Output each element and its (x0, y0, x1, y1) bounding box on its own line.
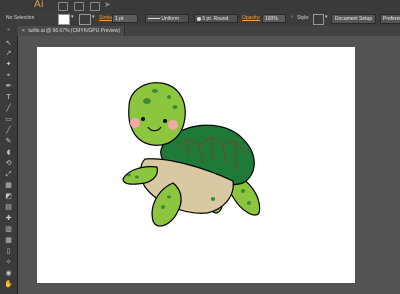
lasso-tool-icon[interactable]: ⌖ (4, 72, 13, 79)
turtle-artwork[interactable] (37, 47, 355, 283)
document-tab[interactable]: × turtle.ai @ 66.67% (CMYK/GPU Preview) (18, 26, 126, 36)
stroke-weight-field[interactable]: 1 pt (112, 14, 138, 23)
tools-panel: » ↖ ↗ ✦ ⌖ ✒ T ╱ ▭ ╱ ✎ ◖ ⟲ ⤢ ▦ ◩ ▤ ✚ ▥ ▦ … (0, 26, 18, 294)
artboard[interactable] (37, 47, 355, 283)
rotate-tool-icon[interactable]: ⟲ (4, 160, 13, 167)
fill-swatch[interactable] (58, 14, 70, 25)
flipper-spot (135, 175, 139, 179)
style-label: Style: (297, 15, 310, 21)
hand-tool-icon[interactable]: ✋ (4, 281, 13, 288)
gradient-tool-icon[interactable]: ▥ (4, 226, 13, 233)
perspective-grid-tool-icon[interactable]: ▤ (4, 204, 13, 211)
eyedropper-tool-icon[interactable]: ▦ (4, 237, 13, 244)
flipper-spot (247, 201, 251, 205)
right-eye (163, 119, 167, 123)
stroke-dropdown-icon[interactable]: ▾ (92, 14, 95, 20)
paintbrush-tool-icon[interactable]: ╱ (4, 127, 13, 134)
style-swatch[interactable] (313, 14, 324, 25)
flipper-spot (127, 173, 131, 177)
tab-close-icon[interactable]: × (22, 28, 25, 34)
right-cheek (168, 120, 178, 130)
brush-definition[interactable]: 5 pt. Round (194, 14, 238, 23)
head-spot (152, 89, 158, 93)
shape-builder-tool-icon[interactable]: ◩ (4, 193, 13, 200)
profile-label: Uniform (161, 16, 179, 22)
column-graph-tool-icon[interactable]: ✧ (4, 259, 13, 266)
mesh-tool-icon[interactable]: ✚ (4, 215, 13, 222)
menu-bar: Ai ➤ (0, 0, 400, 12)
brush-label: 5 pt. Round (202, 16, 229, 22)
direct-selection-tool-icon[interactable]: ↗ (4, 50, 13, 57)
app-logo: Ai (34, 0, 44, 10)
head-spot (167, 95, 171, 99)
left-eye (141, 117, 145, 121)
left-cheek (130, 118, 140, 128)
document-tab-label: turtle.ai @ 66.67% (CMYK/GPU Preview) (28, 28, 121, 34)
free-transform-tool-icon[interactable]: ▦ (4, 182, 13, 189)
brush-dot-icon (197, 16, 201, 21)
head-spot (143, 98, 151, 104)
head-spot (172, 105, 178, 109)
opacity-field[interactable]: 100% (262, 14, 286, 23)
control-bar: No Selection ▾ ▾ Stroke: 1 pt Uniform 5 … (0, 12, 400, 27)
send-icon[interactable]: ➤ (104, 0, 112, 9)
artboard-tool-icon[interactable]: ◉ (4, 270, 13, 277)
variable-width-profile[interactable]: Uniform (145, 14, 189, 23)
line-tool-icon[interactable]: ╱ (4, 105, 13, 112)
type-tool-icon[interactable]: T (4, 94, 13, 101)
selection-label: No Selection (6, 15, 35, 21)
symbol-sprayer-tool-icon[interactable]: ▯ (4, 248, 13, 255)
opacity-label[interactable]: Opacity: (242, 15, 260, 21)
scale-tool-icon[interactable]: ⤢ (4, 171, 13, 178)
stock-icon[interactable] (74, 2, 84, 11)
pen-tool-icon[interactable]: ✒ (4, 83, 13, 90)
arrange-documents-icon[interactable] (90, 2, 100, 11)
style-dropdown-icon[interactable]: ▾ (325, 14, 328, 20)
profile-line-icon (148, 18, 160, 20)
flipper-spot (161, 205, 165, 209)
preferences-button[interactable]: Preferences (380, 14, 400, 24)
selection-tool-icon[interactable]: ↖ (4, 40, 13, 47)
opacity-dropdown-icon[interactable]: › (291, 14, 293, 20)
flipper-spot (241, 189, 245, 193)
eraser-tool-icon[interactable]: ◖ (4, 149, 13, 156)
collapse-icon[interactable]: » (4, 27, 13, 34)
flipper-spot (167, 195, 171, 199)
stroke-swatch[interactable] (79, 14, 91, 25)
pencil-tool-icon[interactable]: ✎ (4, 138, 13, 145)
flipper-spot (211, 197, 215, 201)
document-setup-button[interactable]: Document Setup (331, 14, 376, 24)
magic-wand-tool-icon[interactable]: ✦ (4, 61, 13, 68)
fill-dropdown-icon[interactable]: ▾ (71, 14, 74, 20)
document-tab-bar: × turtle.ai @ 66.67% (CMYK/GPU Preview) (17, 26, 400, 36)
bridge-icon[interactable] (58, 2, 68, 11)
rectangle-tool-icon[interactable]: ▭ (4, 116, 13, 123)
